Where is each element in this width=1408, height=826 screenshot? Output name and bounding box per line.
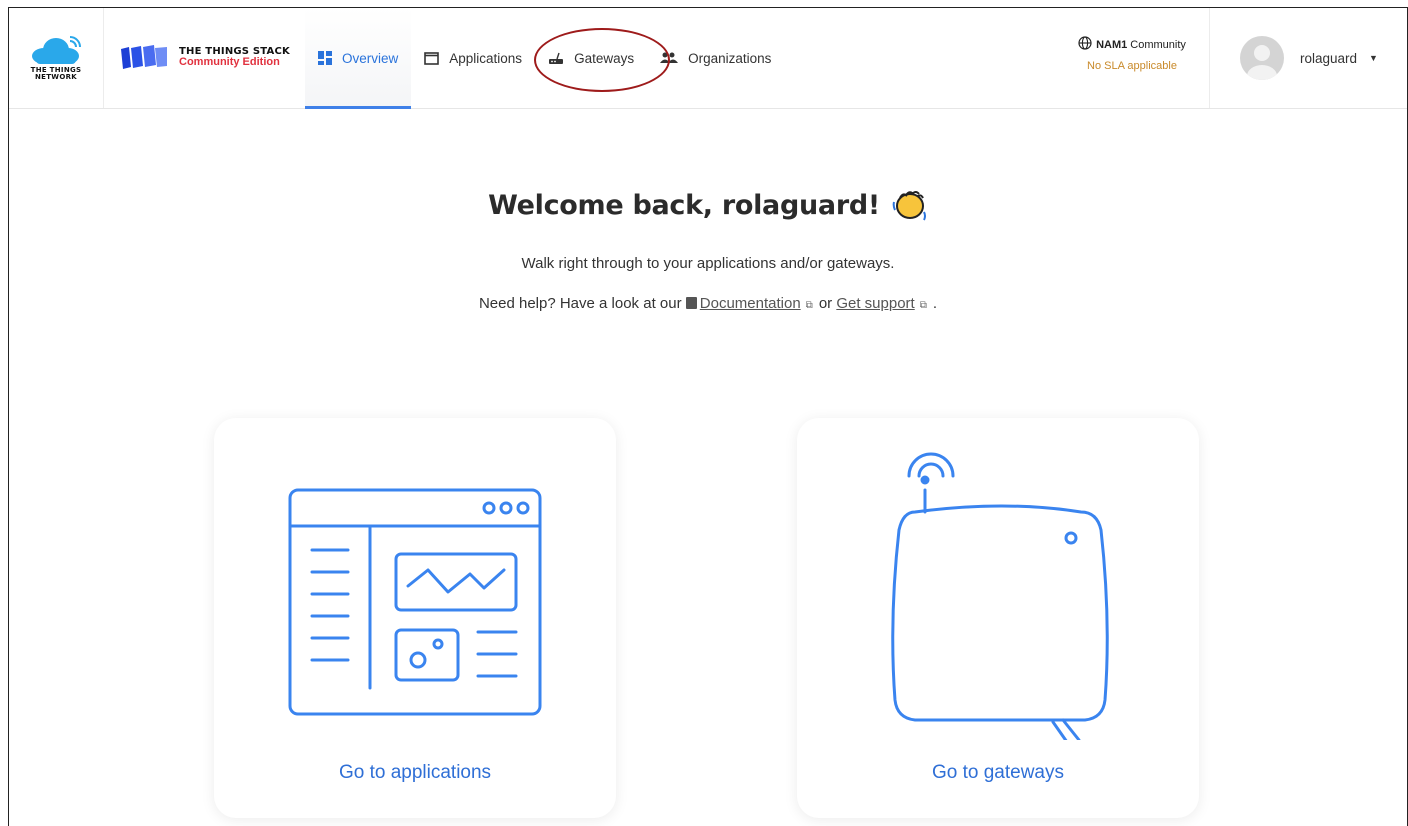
window-icon bbox=[424, 51, 440, 65]
external-link-icon: ⧉ bbox=[805, 300, 813, 311]
tts-cards-logo-icon bbox=[121, 45, 167, 69]
tts-edition: Community Edition bbox=[179, 56, 280, 68]
main-nav: Overview Applications Gateways Organizat… bbox=[305, 8, 784, 109]
go-to-applications-link[interactable]: Go to applications bbox=[214, 762, 616, 784]
documentation-link[interactable]: Documentation bbox=[700, 295, 801, 312]
caret-down-icon: ▼ bbox=[1369, 53, 1378, 63]
router-icon bbox=[548, 51, 564, 65]
cloud-logo-icon bbox=[32, 36, 81, 64]
nav-applications[interactable]: Applications bbox=[411, 8, 535, 108]
support-link[interactable]: Get support bbox=[836, 295, 914, 312]
top-header: THE THINGS NETWORK THE THINGS STACK Comm… bbox=[9, 8, 1407, 109]
gateways-card[interactable]: Go to gateways bbox=[797, 418, 1199, 818]
welcome-heading-wrap: Welcome back, rolaguard! bbox=[9, 188, 1407, 222]
user-name: rolaguard bbox=[1300, 50, 1358, 66]
nav-overview-label: Overview bbox=[342, 50, 399, 66]
dashboard-icon bbox=[318, 51, 332, 65]
cluster-name: NAM1 bbox=[1096, 38, 1128, 51]
ttn-logo-text: THE THINGS NETWORK bbox=[30, 66, 82, 81]
welcome-subtitle: Walk right through to your applications … bbox=[521, 255, 895, 272]
people-icon bbox=[660, 52, 679, 64]
external-link-icon: ⧉ bbox=[919, 300, 927, 311]
cluster-sla: No SLA applicable bbox=[1087, 60, 1177, 72]
application-illustration-icon bbox=[288, 488, 542, 716]
avatar bbox=[1240, 36, 1284, 80]
user-menu[interactable]: rolaguard ▼ bbox=[1209, 8, 1407, 108]
applications-card[interactable]: Go to applications bbox=[214, 418, 616, 818]
help-line: Need help? Have a look at our Documentat… bbox=[478, 295, 938, 312]
cluster-type: Community bbox=[1130, 38, 1186, 51]
globe-icon bbox=[1078, 36, 1092, 53]
ttn-logo[interactable]: THE THINGS NETWORK bbox=[9, 8, 104, 108]
gateway-illustration-icon bbox=[891, 452, 1109, 740]
nav-gateways-label: Gateways bbox=[574, 50, 635, 66]
tts-logo[interactable]: THE THINGS STACK Community Edition bbox=[119, 45, 290, 69]
page-title: Welcome back, rolaguard! bbox=[488, 188, 928, 222]
app-window: THE THINGS NETWORK THE THINGS STACK Comm… bbox=[8, 7, 1408, 826]
go-to-gateways-link[interactable]: Go to gateways bbox=[797, 762, 1199, 784]
nav-overview[interactable]: Overview bbox=[305, 8, 412, 109]
waving-hand-icon bbox=[892, 188, 928, 222]
nav-applications-label: Applications bbox=[449, 50, 523, 66]
book-icon bbox=[685, 297, 697, 309]
nav-gateways[interactable]: Gateways bbox=[535, 8, 647, 108]
cluster-selector[interactable]: NAM1 Community No SLA applicable bbox=[1057, 36, 1207, 72]
nav-organizations-label: Organizations bbox=[688, 50, 772, 66]
nav-organizations[interactable]: Organizations bbox=[647, 8, 784, 108]
